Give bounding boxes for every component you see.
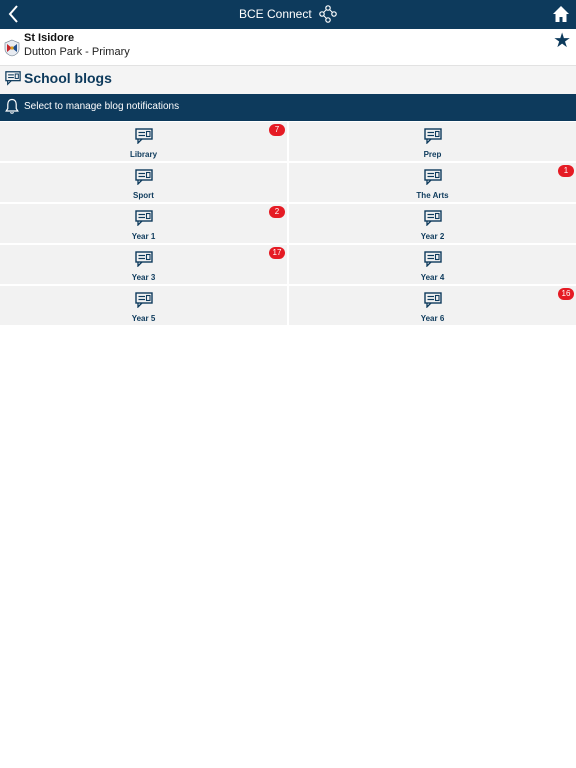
blog-icon [134, 210, 153, 226]
bce-logo-icon [319, 5, 337, 23]
nav-title-group: BCE Connect [0, 5, 576, 23]
blog-icon [134, 128, 153, 144]
blog-tile-label: Prep [423, 150, 442, 159]
school-name: St Isidore [24, 32, 75, 44]
blog-tile-label: Year 3 [131, 273, 156, 282]
blog-icon [5, 71, 21, 86]
nav-bar: BCE Connect [0, 0, 576, 29]
manage-notifications-button[interactable]: Select to manage blog notifications [0, 94, 576, 121]
blog-tile[interactable]: Year 5 [0, 286, 287, 325]
blog-tile-label: Year 6 [420, 314, 445, 323]
blog-tile[interactable]: Year 4 [289, 245, 576, 284]
blog-grid: Library 7 Prep Sport The Arts 1 Year 1 2 Year 2 Y… [0, 122, 576, 325]
blog-tile-label: Year 5 [131, 314, 156, 323]
blog-tile[interactable]: Library 7 [0, 122, 287, 161]
blog-tile[interactable]: Prep [289, 122, 576, 161]
blog-icon [423, 169, 442, 185]
blog-icon [423, 292, 442, 308]
blog-icon [423, 128, 442, 144]
section-header: School blogs [0, 66, 576, 94]
page-title: School blogs [24, 70, 112, 86]
blog-icon [134, 292, 153, 308]
blog-tile[interactable]: Year 3 17 [0, 245, 287, 284]
blog-tile-label: The Arts [416, 191, 449, 200]
blog-tile-label: Year 4 [420, 273, 445, 282]
blog-tile-label: Year 1 [131, 232, 156, 241]
blog-icon [423, 251, 442, 267]
blog-icon [134, 251, 153, 267]
blog-icon [423, 210, 442, 226]
nav-title: BCE Connect [238, 7, 312, 21]
blog-tile-label: Year 2 [420, 232, 445, 241]
blog-tile-label: Library [129, 150, 158, 159]
unread-count-badge: 2 [269, 206, 285, 218]
unread-count-badge: 1 [558, 165, 574, 177]
blog-tile[interactable]: Year 6 16 [289, 286, 576, 325]
school-header: St Isidore Dutton Park - Primary ★ [0, 29, 576, 66]
manage-notifications-label: Select to manage blog notifications [24, 101, 180, 112]
blog-tile[interactable]: Sport [0, 163, 287, 202]
blog-tile[interactable]: The Arts 1 [289, 163, 576, 202]
unread-count-badge: 16 [558, 288, 574, 300]
school-campus: Dutton Park - Primary [24, 46, 130, 58]
favourite-star-icon[interactable]: ★ [553, 31, 571, 51]
unread-count-badge: 17 [269, 247, 285, 259]
blog-icon [134, 169, 153, 185]
unread-count-badge: 7 [269, 124, 285, 136]
blog-tile[interactable]: Year 1 2 [0, 204, 287, 243]
home-icon[interactable] [552, 5, 570, 23]
school-crest-icon [4, 39, 20, 57]
blog-tile[interactable]: Year 2 [289, 204, 576, 243]
bell-icon [5, 98, 19, 114]
blog-tile-label: Sport [133, 191, 154, 200]
